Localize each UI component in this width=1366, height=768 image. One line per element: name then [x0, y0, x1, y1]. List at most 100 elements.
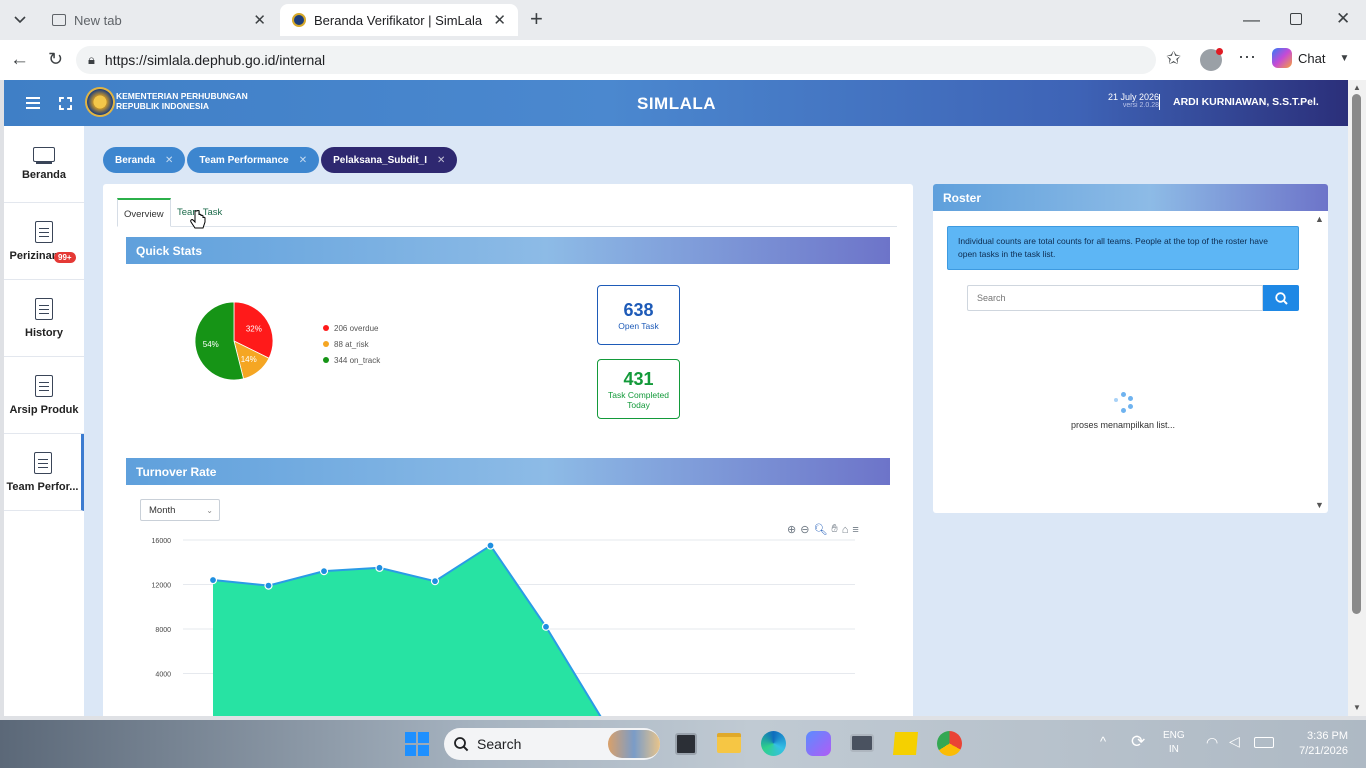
quick-stats-header: Quick Stats	[126, 237, 890, 264]
windows-taskbar: Search ^ ⟳ ENG IN ◠ ◁ 3:36 PM 7/21/2026	[0, 720, 1366, 768]
breadcrumb-pelaksana[interactable]: Pelaksana_Subdit_I ✕	[321, 147, 458, 173]
clock-time: 3:36 PM	[1307, 730, 1348, 742]
new-tab-plus-icon[interactable]: +	[530, 6, 543, 32]
restore-icon[interactable]	[1290, 13, 1302, 25]
file-explorer-icon[interactable]	[717, 733, 741, 753]
chevron-up-icon[interactable]: ^	[1100, 734, 1106, 749]
breadcrumb-label: Pelaksana_Subdit_I	[333, 154, 428, 166]
sync-icon[interactable]: ⟳	[1131, 732, 1145, 752]
tab-new-tab[interactable]: New tab ✕	[40, 4, 278, 36]
tab-list-button[interactable]	[8, 8, 32, 32]
section-title: Roster	[943, 190, 982, 205]
legend-swatch	[323, 325, 329, 331]
scroll-down-icon[interactable]: ▼	[1315, 500, 1324, 510]
legend-item-overdue: 206 overdue	[323, 320, 380, 336]
pie-legend: 206 overdue 88 at_risk 344 on_track	[323, 320, 380, 368]
chrome-icon[interactable]	[937, 731, 962, 756]
completed-today-card: 431 Task Completed Today	[597, 359, 680, 419]
close-icon[interactable]: ✕	[493, 11, 506, 29]
scroll-up-icon[interactable]: ▲	[1315, 214, 1324, 224]
legend-item-on-track: 344 on_track	[323, 352, 380, 368]
close-icon[interactable]: ✕	[299, 155, 307, 166]
roster-header: Roster	[933, 184, 1328, 211]
browser-tab-strip: New tab ✕ Beranda Verifikator | SimLala …	[0, 0, 1366, 40]
loading-text: proses menampilkan list...	[1070, 420, 1176, 430]
close-icon[interactable]: ✕	[165, 155, 173, 166]
volume-icon[interactable]: ◁	[1229, 733, 1240, 750]
completed-today-label: Task Completed Today	[608, 389, 669, 410]
close-icon[interactable]: ✕	[437, 155, 445, 166]
edge-browser-icon[interactable]	[761, 731, 786, 756]
data-point[interactable]	[375, 563, 384, 572]
task-view-icon[interactable]	[675, 733, 697, 755]
breadcrumb-label: Beranda	[115, 154, 156, 166]
header-date: 21 July 2026	[1107, 92, 1159, 102]
copilot-chat-button[interactable]: Chat ▼	[1272, 48, 1349, 68]
fullscreen-icon[interactable]	[59, 97, 72, 110]
roster-panel: Roster Individual counts are total count…	[933, 184, 1328, 513]
sidebar-item-beranda[interactable]: Beranda	[4, 126, 84, 203]
language-indicator[interactable]: ENG IN	[1163, 729, 1185, 757]
region-code: IN	[1168, 744, 1179, 755]
data-point[interactable]	[264, 581, 273, 590]
clock[interactable]: 3:36 PM 7/21/2026	[1290, 729, 1348, 759]
scroll-down-icon[interactable]: ▼	[1353, 703, 1361, 712]
camera-app-icon[interactable]	[850, 734, 874, 752]
sticky-notes-icon[interactable]	[892, 732, 919, 755]
y-tick-label: 12000	[152, 583, 172, 590]
taskbar-search[interactable]: Search	[444, 728, 660, 760]
data-point[interactable]	[486, 541, 495, 550]
ministry-line2: REPUBLIK INDONESIA	[116, 101, 210, 111]
pie-slice-label: 54%	[203, 340, 219, 349]
windows-start-icon[interactable]	[405, 732, 429, 756]
period-select[interactable]: Month ⌄	[140, 499, 220, 521]
y-tick-label: 16000	[152, 538, 172, 545]
copilot-app-icon[interactable]	[806, 731, 831, 756]
wifi-icon[interactable]: ◠	[1206, 734, 1218, 751]
back-arrow-icon[interactable]: ←	[10, 49, 29, 71]
tab-simlala[interactable]: Beranda Verifikator | SimLala ✕	[280, 4, 518, 36]
hand-cursor-icon	[190, 210, 206, 229]
document-icon	[35, 220, 53, 243]
minimize-icon[interactable]: —	[1243, 10, 1260, 30]
legend-item-at-risk: 88 at_risk	[323, 336, 380, 352]
tab-overview[interactable]: Overview	[117, 198, 171, 227]
completed-today-count: 431	[623, 368, 654, 389]
sidebar-item-team-performance[interactable]: Team Perfor...	[4, 434, 84, 511]
chevron-down-icon: ▼	[1339, 52, 1350, 64]
sidebar-item-history[interactable]: History	[4, 280, 84, 357]
scroll-up-icon[interactable]: ▲	[1353, 83, 1361, 92]
site-info-icon[interactable]: 🔒︎	[88, 52, 95, 68]
app-title: SIMLALA	[637, 94, 717, 113]
data-point[interactable]	[541, 622, 551, 631]
monitor-icon	[33, 147, 55, 162]
close-icon[interactable]: ✕	[253, 11, 266, 29]
hamburger-menu-icon[interactable]	[26, 97, 40, 109]
address-bar[interactable]: 🔒︎ https://simlala.dephub.go.id/internal	[76, 46, 1156, 74]
notification-badge: 99+	[54, 252, 76, 263]
sidebar-item-label: History	[25, 326, 63, 339]
sidebar-item-label: Team Perfor...	[6, 480, 79, 493]
breadcrumb-beranda[interactable]: Beranda ✕	[103, 147, 186, 173]
sidebar-item-perizinan[interactable]: Perizinan 99+	[4, 203, 84, 280]
battery-icon[interactable]	[1254, 737, 1274, 748]
data-point[interactable]	[208, 575, 218, 585]
more-menu-icon[interactable]: ⋯	[1238, 47, 1256, 68]
roster-search-button[interactable]	[1263, 285, 1299, 311]
favorites-icon[interactable]: ✩	[1166, 48, 1181, 69]
user-name[interactable]: ARDI KURNIAWAN, S.S.T.Pel.	[1173, 96, 1319, 108]
reload-icon[interactable]: ↻	[48, 49, 63, 70]
simlala-favicon-icon	[292, 13, 306, 27]
breadcrumb-label: Team Performance	[199, 154, 289, 166]
roster-search-input[interactable]	[967, 285, 1263, 311]
turnover-header: Turnover Rate	[126, 458, 890, 485]
sidebar-item-arsip-produk[interactable]: Arsip Produk	[4, 357, 84, 434]
scrollbar-thumb[interactable]	[1352, 94, 1361, 614]
data-point[interactable]	[430, 577, 440, 586]
breadcrumb-team-performance[interactable]: Team Performance ✕	[187, 147, 320, 173]
page-scrollbar[interactable]: ▲ ▼	[1348, 80, 1366, 716]
legend-label: 206 overdue	[334, 323, 379, 333]
data-point[interactable]	[319, 567, 329, 576]
close-window-icon[interactable]: ✕	[1336, 9, 1350, 29]
legend-label: 344 on_track	[334, 355, 381, 365]
